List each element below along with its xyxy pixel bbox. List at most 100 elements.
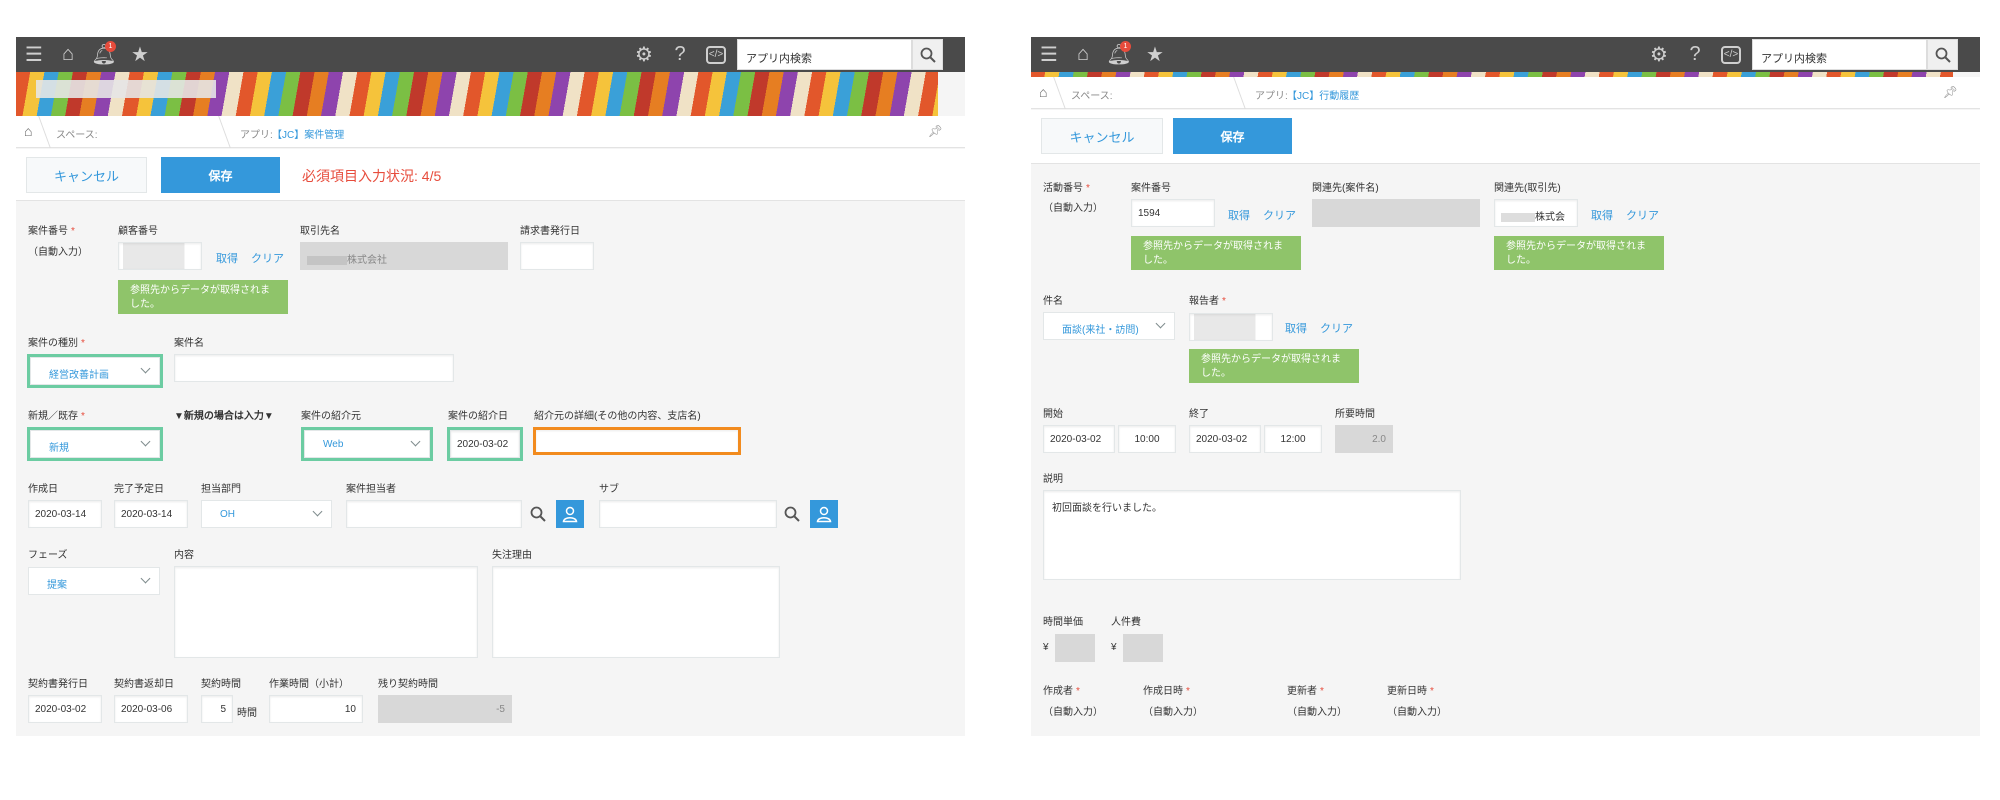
- contract-issue-input[interactable]: 2020-03-02: [28, 695, 102, 723]
- updater-auto: （自動入力）: [1287, 707, 1347, 718]
- sub-search-button[interactable]: [781, 503, 803, 525]
- top-bar: ☰ ⌂ 🔔︎ 1 ★ ⚙ ? </> アプリ内検索: [16, 37, 965, 72]
- invoice-date-input[interactable]: [520, 242, 594, 270]
- menu-icon[interactable]: ☰: [18, 37, 50, 72]
- new-existing-select[interactable]: 新規: [27, 427, 163, 461]
- created-date-input[interactable]: 2020-03-14: [28, 500, 102, 528]
- save-button[interactable]: 保存: [1173, 118, 1292, 154]
- lost-reason-textarea[interactable]: [492, 566, 780, 658]
- end-date-input[interactable]: 2020-03-02: [1189, 425, 1261, 453]
- hourly-rate-label: 時間単価: [1043, 617, 1083, 628]
- star-icon[interactable]: ★: [1139, 37, 1171, 72]
- owner-user-picker-button[interactable]: [556, 500, 584, 528]
- owner-input[interactable]: [346, 500, 522, 528]
- contract-hours-input[interactable]: 5: [201, 695, 233, 723]
- new-note-label: ▼新規の場合は入力▼: [174, 411, 274, 422]
- menu-icon[interactable]: ☰: [1033, 37, 1065, 72]
- contract-return-label: 契約書返却日: [114, 679, 174, 690]
- dept-select[interactable]: OH: [201, 500, 332, 528]
- home-icon[interactable]: ⌂: [1067, 37, 1099, 72]
- phase-select[interactable]: 提案: [28, 567, 160, 595]
- action-bar: キャンセル 保存: [1031, 110, 1980, 164]
- notification-badge: 1: [1120, 41, 1131, 52]
- client-get-link[interactable]: 取得: [1591, 207, 1613, 223]
- customer-get-link[interactable]: 取得: [216, 250, 238, 266]
- breadcrumb-app-link[interactable]: 【JC】行動履歴: [1287, 87, 1359, 102]
- start-time-input[interactable]: 10:00: [1118, 425, 1176, 453]
- due-date-input[interactable]: 2020-03-14: [114, 500, 188, 528]
- home-icon[interactable]: ⌂: [24, 123, 32, 139]
- referrer-select[interactable]: Web: [301, 427, 433, 461]
- top-bar: ☰ ⌂ 🔔︎ 1 ★ ⚙ ? </> アプリ内検索: [1031, 37, 1980, 72]
- case-name-input[interactable]: [174, 354, 454, 382]
- customer-clear-link[interactable]: クリア: [251, 250, 284, 266]
- required-status: 必須項目入力状況: 4/5: [302, 168, 442, 184]
- app-search-input[interactable]: アプリ内検索: [737, 39, 912, 70]
- client-clear-link[interactable]: クリア: [1626, 207, 1659, 223]
- customer-no-input[interactable]: [118, 242, 202, 270]
- cancel-button[interactable]: キャンセル: [1041, 118, 1163, 154]
- reporter-clear-link[interactable]: クリア: [1320, 320, 1353, 336]
- sub-user-picker-button[interactable]: [810, 500, 838, 528]
- client-name-label: 取引先名: [300, 226, 340, 237]
- home-icon[interactable]: ⌂: [1039, 84, 1047, 100]
- sub-input[interactable]: [599, 500, 777, 528]
- end-time-input[interactable]: 12:00: [1264, 425, 1322, 453]
- help-icon[interactable]: ?: [1679, 37, 1711, 72]
- reporter-input[interactable]: [1189, 313, 1273, 341]
- home-icon[interactable]: ⌂: [52, 37, 84, 72]
- referral-detail-input[interactable]: [533, 427, 741, 455]
- cancel-button[interactable]: キャンセル: [26, 157, 147, 193]
- code-icon[interactable]: </>: [1715, 37, 1747, 72]
- start-label: 開始: [1043, 409, 1063, 420]
- bell-icon[interactable]: 🔔︎ 1: [88, 37, 120, 72]
- gear-icon[interactable]: ⚙: [628, 37, 660, 72]
- breadcrumb-app-link[interactable]: 【JC】案件管理: [272, 126, 344, 141]
- start-date-input[interactable]: 2020-03-02: [1043, 425, 1115, 453]
- chevron-down-icon: [140, 363, 151, 374]
- updated-at-label: 更新日時 *: [1387, 686, 1434, 697]
- contract-return-input[interactable]: 2020-03-06: [114, 695, 188, 723]
- referral-date-input[interactable]: 2020-03-02: [447, 427, 523, 461]
- code-icon[interactable]: </>: [700, 37, 732, 72]
- description-label: 説明: [1043, 474, 1063, 485]
- case-no-label: 案件番号 *: [28, 226, 75, 237]
- owner-search-button[interactable]: [527, 503, 549, 525]
- case-get-link[interactable]: 取得: [1228, 207, 1250, 223]
- subject-select[interactable]: 面談(来社・訪問): [1043, 312, 1175, 340]
- lost-reason-label: 失注理由: [492, 550, 532, 561]
- referral-detail-label: 紹介元の詳細(その他の内容、支店名): [534, 411, 701, 422]
- content-textarea[interactable]: [174, 566, 478, 658]
- space-title-blurred: [36, 80, 216, 98]
- search-icon: [920, 47, 936, 63]
- save-button[interactable]: 保存: [161, 157, 280, 193]
- chevron-down-icon: [140, 436, 151, 447]
- app-search-input[interactable]: アプリ内検索: [1752, 39, 1927, 70]
- case-clear-link[interactable]: クリア: [1263, 207, 1296, 223]
- case-type-select[interactable]: 経営改善計画: [27, 354, 163, 388]
- gear-icon[interactable]: ⚙: [1643, 37, 1675, 72]
- related-client-input[interactable]: 株式会: [1494, 199, 1578, 227]
- search-button[interactable]: [912, 39, 943, 70]
- help-icon[interactable]: ?: [664, 37, 696, 72]
- pin-icon[interactable]: 📌︎: [1943, 85, 1958, 99]
- search-button[interactable]: [1927, 39, 1958, 70]
- search-icon: [784, 506, 800, 522]
- bell-icon[interactable]: 🔔︎ 1: [1103, 37, 1135, 72]
- customer-no-label: 顧客番号: [118, 226, 158, 237]
- client-lookup-message: 参照先からデータが取得されました。: [1494, 236, 1664, 270]
- activity-no-auto: （自動入力）: [1043, 203, 1103, 214]
- pin-icon[interactable]: 📌︎: [928, 124, 943, 138]
- reporter-get-link[interactable]: 取得: [1285, 320, 1307, 336]
- related-case-value: [1312, 199, 1480, 227]
- description-textarea[interactable]: 初回面談を行いました。: [1043, 490, 1461, 580]
- created-at-auto: （自動入力）: [1143, 707, 1203, 718]
- search-icon: [530, 506, 546, 522]
- star-icon[interactable]: ★: [124, 37, 156, 72]
- work-hours-input[interactable]: 10: [269, 695, 363, 723]
- activity-no-label: 活動番号 *: [1043, 183, 1090, 194]
- updated-at-auto: （自動入力）: [1387, 707, 1447, 718]
- case-no-input[interactable]: 1594: [1131, 199, 1215, 227]
- case-no-label: 案件番号: [1131, 183, 1171, 194]
- hourly-rate-currency: ¥: [1043, 642, 1049, 653]
